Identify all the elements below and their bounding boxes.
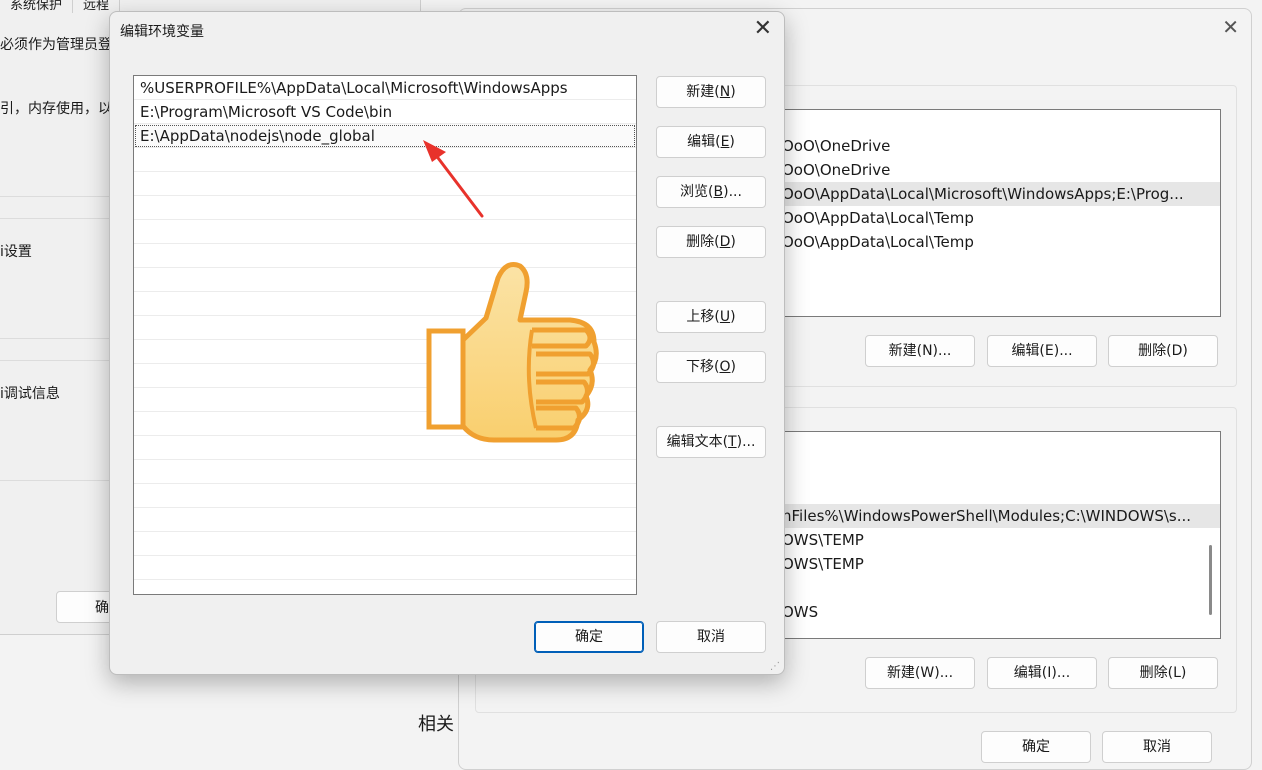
path-item[interactable]: E:\Program\Microsoft VS Code\bin bbox=[134, 100, 636, 124]
btn-end: ) bbox=[730, 84, 736, 100]
btn-accel: B bbox=[713, 184, 724, 200]
empty-path-row[interactable] bbox=[134, 532, 636, 556]
btn-accel: N bbox=[719, 84, 731, 100]
btn-end: ) bbox=[730, 359, 736, 375]
btn-accel: O bbox=[719, 359, 731, 375]
btn-end: ) bbox=[729, 134, 735, 150]
btn-accel: T bbox=[728, 434, 737, 450]
empty-path-row[interactable] bbox=[134, 220, 636, 244]
system-edit-button[interactable]: 编辑(I)... bbox=[987, 657, 1097, 689]
user-new-button[interactable]: 新建(N)... bbox=[865, 335, 975, 367]
env-ok-button[interactable]: 确定 bbox=[981, 731, 1091, 763]
path-item-focused[interactable]: E:\AppData\nodejs\node_global bbox=[134, 124, 636, 148]
btn-label: 编辑文本( bbox=[666, 434, 729, 450]
btn-label: 删除( bbox=[686, 234, 720, 250]
ok-button[interactable]: 确定 bbox=[534, 621, 644, 653]
btn-accel: D bbox=[719, 234, 731, 250]
empty-path-row[interactable] bbox=[134, 508, 636, 532]
edit-text-button[interactable]: 编辑文本(T)... bbox=[656, 426, 766, 458]
user-delete-button[interactable]: 删除(D) bbox=[1108, 335, 1218, 367]
sys-admin-note: 必须作为管理员登 bbox=[0, 37, 112, 53]
system-delete-button[interactable]: 删除(L) bbox=[1108, 657, 1218, 689]
btn-label: 新建( bbox=[686, 84, 720, 100]
new-button[interactable]: 新建(N) bbox=[656, 76, 766, 108]
edit-button[interactable]: 编辑(E) bbox=[656, 126, 766, 158]
sys-settings-label: i设置 bbox=[0, 244, 32, 260]
delete-button[interactable]: 删除(D) bbox=[656, 226, 766, 258]
close-icon[interactable]: ✕ bbox=[1222, 15, 1239, 39]
user-edit-button[interactable]: 编辑(E)... bbox=[987, 335, 1097, 367]
move-down-button[interactable]: 下移(O) bbox=[656, 351, 766, 383]
btn-accel: U bbox=[719, 309, 731, 325]
browse-button[interactable]: 浏览(B)... bbox=[656, 176, 766, 208]
tab-system-protection[interactable]: 系统保护 bbox=[0, 0, 74, 13]
path-item[interactable]: %USERPROFILE%\AppData\Local\Microsoft\Wi… bbox=[134, 76, 636, 100]
btn-end: ) bbox=[730, 234, 736, 250]
move-up-button[interactable]: 上移(U) bbox=[656, 301, 766, 333]
empty-path-row[interactable] bbox=[134, 460, 636, 484]
btn-label: 浏览( bbox=[680, 184, 714, 200]
btn-label: 下移( bbox=[686, 359, 720, 375]
btn-label: 编辑( bbox=[687, 134, 721, 150]
btn-label: 上移( bbox=[686, 309, 720, 325]
empty-path-row[interactable] bbox=[134, 196, 636, 220]
env-cancel-button[interactable]: 取消 bbox=[1102, 731, 1212, 763]
btn-end: )... bbox=[723, 184, 742, 200]
sys-performance-desc: 引，内存使用，以 bbox=[0, 101, 112, 117]
thumbs-up-icon bbox=[426, 262, 599, 443]
sys-debug-label: i调试信息 bbox=[0, 386, 60, 402]
close-icon[interactable]: ✕ bbox=[754, 16, 772, 41]
dialog-title: 编辑环境变量 bbox=[120, 24, 204, 40]
system-new-button[interactable]: 新建(W)... bbox=[865, 657, 975, 689]
related-settings-heading: 相关 bbox=[418, 714, 454, 735]
empty-path-row[interactable] bbox=[134, 148, 636, 172]
btn-end: )... bbox=[736, 434, 756, 450]
btn-end: ) bbox=[730, 309, 736, 325]
cancel-button[interactable]: 取消 bbox=[656, 621, 766, 653]
sys-tabs: 系统保护 远程 bbox=[0, 0, 121, 13]
empty-path-row[interactable] bbox=[134, 556, 636, 580]
scrollbar-thumb[interactable] bbox=[1209, 545, 1212, 615]
empty-path-row[interactable] bbox=[134, 484, 636, 508]
empty-path-row[interactable] bbox=[134, 172, 636, 196]
resize-grip-icon[interactable]: ⋰ bbox=[770, 661, 780, 672]
